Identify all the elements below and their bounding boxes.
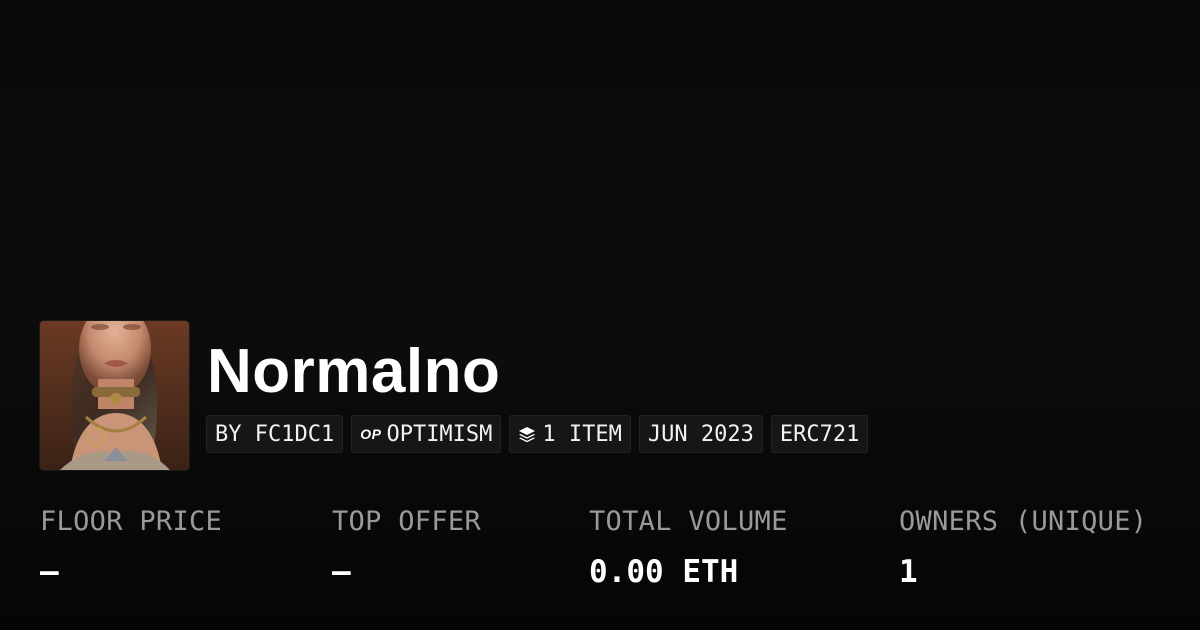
- items-badge[interactable]: 1 ITEM: [509, 415, 631, 453]
- collection-avatar-image: [40, 321, 189, 470]
- stat-floor-price: FLOOR PRICE —: [40, 502, 222, 592]
- stat-owners: OWNERS (UNIQUE) 1: [899, 502, 1147, 592]
- op-logo-icon: OP: [360, 426, 382, 442]
- collection-title: Normalno: [207, 337, 501, 406]
- creator-badge-label: BY FC1DC1: [215, 421, 335, 447]
- stat-label: OWNERS (UNIQUE): [899, 506, 1148, 537]
- stat-value: —: [40, 554, 59, 590]
- created-date-badge: JUN 2023: [638, 415, 763, 453]
- stat-value: 1: [899, 554, 918, 590]
- chain-badge-label: OPTIMISM: [386, 421, 493, 447]
- stat-label: FLOOR PRICE: [40, 506, 223, 537]
- collection-avatar: [40, 321, 189, 470]
- stat-total-volume: TOTAL VOLUME 0.00 ETH: [589, 502, 788, 592]
- stat-value: —: [332, 554, 351, 590]
- created-date-label: JUN 2023: [647, 421, 754, 447]
- creator-badge[interactable]: BY FC1DC1: [206, 415, 344, 453]
- chain-badge[interactable]: OP OPTIMISM: [351, 415, 502, 453]
- token-standard-label: ERC721: [779, 421, 860, 447]
- stat-value: 0.00 ETH: [589, 554, 739, 590]
- stat-label: TOTAL VOLUME: [589, 506, 788, 537]
- stat-label: TOP OFFER: [332, 506, 481, 537]
- token-standard-badge: ERC721: [770, 415, 869, 453]
- items-badge-label: 1 ITEM: [542, 421, 622, 447]
- stat-top-offer: TOP OFFER —: [332, 502, 481, 592]
- collection-badges: BY FC1DC1 OP OPTIMISM 1 ITEM JUN 2023 ER…: [206, 415, 869, 453]
- layers-icon: [518, 425, 536, 443]
